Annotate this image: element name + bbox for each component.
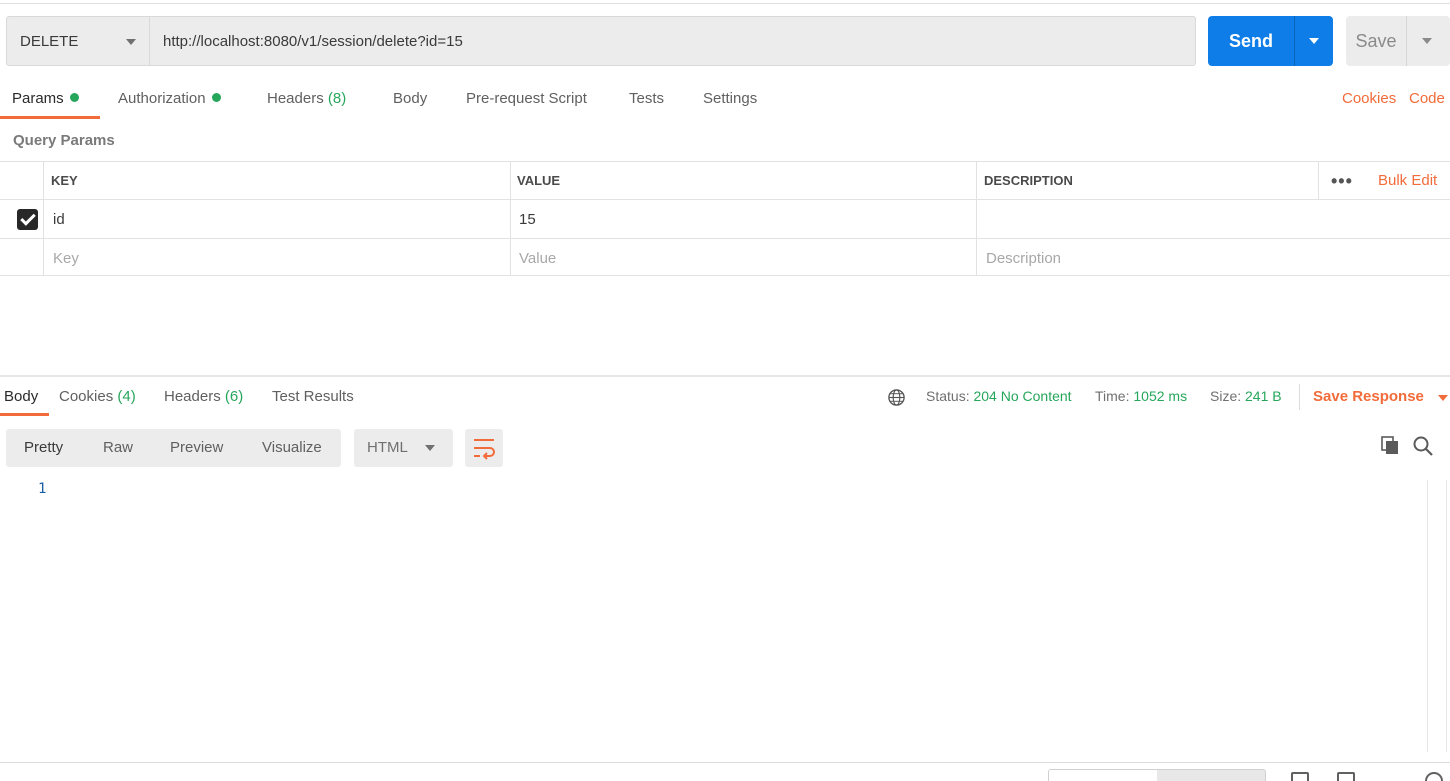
format-pretty[interactable]: Pretty (24, 439, 63, 456)
chevron-down-icon (126, 39, 136, 45)
save-response-button[interactable]: Save Response (1313, 388, 1448, 405)
wrap-lines-icon (474, 439, 495, 460)
query-params-title: Query Params (13, 132, 115, 149)
tab-headers-label: Headers (267, 90, 324, 107)
table-row: id 15 (0, 200, 1450, 239)
copy-icon[interactable] (1380, 435, 1400, 455)
key-column-header: KEY (51, 173, 78, 188)
tab-prerequest-script[interactable]: Pre-request Script (466, 90, 587, 107)
active-tab-indicator (0, 116, 100, 119)
send-options-button[interactable] (1295, 16, 1333, 66)
tab-test-results[interactable]: Test Results (272, 388, 354, 405)
query-params-table: KEY VALUE DESCRIPTION ••• Bulk Edit id 1… (0, 161, 1450, 276)
description-placeholder[interactable]: Description (986, 250, 1061, 267)
build-mode-button[interactable] (1049, 770, 1157, 781)
format-preview[interactable]: Preview (170, 439, 223, 456)
language-select[interactable]: HTML (354, 429, 453, 467)
tab-body[interactable]: Body (393, 90, 427, 107)
checkbox-checked-icon[interactable] (17, 209, 38, 230)
tab-tests[interactable]: Tests (629, 90, 664, 107)
chevron-down-icon (425, 445, 435, 451)
tab-resp-headers-count: (6) (224, 388, 244, 405)
method-label: DELETE (20, 33, 79, 50)
tab-authorization-label: Authorization (118, 90, 206, 107)
language-label: HTML (367, 439, 408, 456)
tab-headers-count: (8) (327, 90, 347, 107)
pane-resize-divider[interactable] (0, 375, 1450, 377)
cookies-link[interactable]: Cookies (1342, 90, 1396, 107)
response-size[interactable]: Size: 241 B (1210, 388, 1282, 404)
status-dot-icon (211, 93, 221, 102)
request-tabs: Params Authorization Headers (8) Body Pr… (0, 80, 1450, 120)
browse-mode-button[interactable] (1157, 770, 1265, 781)
value-column-header: VALUE (517, 173, 561, 188)
url-input[interactable] (149, 16, 1196, 66)
line-number: 1 (38, 481, 47, 497)
send-button[interactable]: Send (1208, 16, 1294, 66)
help-icon[interactable] (1425, 772, 1443, 781)
format-raw[interactable]: Raw (103, 439, 133, 456)
response-time[interactable]: Time: 1052 ms (1095, 388, 1187, 404)
time-label: Time: (1095, 388, 1130, 404)
save-button-group: Save (1346, 16, 1450, 66)
tab-response-cookies[interactable]: Cookies (4) (59, 388, 136, 405)
response-status[interactable]: Status: 204 No Content (926, 388, 1072, 404)
wrap-lines-button[interactable] (465, 429, 503, 467)
method-select[interactable]: DELETE (6, 16, 150, 66)
format-visualize[interactable]: Visualize (262, 439, 322, 456)
param-value[interactable]: 15 (519, 211, 536, 228)
status-label: Status: (926, 388, 970, 404)
tab-params[interactable]: Params (12, 90, 79, 107)
tab-response-body[interactable]: Body (4, 388, 38, 405)
chevron-down-icon (1422, 38, 1432, 44)
format-selector: Pretty Raw Preview Visualize (6, 429, 341, 467)
two-pane-icon[interactable] (1337, 772, 1355, 781)
layout-icon[interactable] (1291, 772, 1309, 781)
active-response-tab-indicator (0, 413, 49, 416)
code-link[interactable]: Code (1409, 90, 1445, 107)
tab-cookies-label: Cookies (59, 388, 114, 405)
save-response-label: Save Response (1313, 388, 1424, 405)
save-options-button[interactable] (1407, 16, 1450, 66)
vertical-scrollbar[interactable] (1427, 480, 1447, 752)
save-button[interactable]: Save (1346, 16, 1406, 66)
more-horizontal-icon[interactable]: ••• (1331, 171, 1353, 192)
value-placeholder[interactable]: Value (519, 250, 556, 267)
time-value: 1052 ms (1133, 388, 1188, 404)
size-value: 241 B (1245, 388, 1282, 404)
chevron-down-icon (1309, 38, 1319, 44)
globe-icon[interactable] (887, 388, 906, 407)
response-tabs: Body Cookies (4) Headers (6) Test Result… (0, 378, 1450, 418)
status-dot-icon (69, 93, 79, 102)
tab-headers[interactable]: Headers (8) (267, 90, 346, 107)
status-value: 204 No Content (973, 388, 1072, 404)
search-icon[interactable] (1412, 435, 1434, 457)
request-url-row: DELETE Send Save (6, 16, 1450, 66)
table-row-new: Key Value Description (0, 239, 1450, 276)
tab-params-label: Params (12, 90, 64, 107)
tab-cookies-count: (4) (117, 388, 136, 405)
column-divider (1318, 162, 1319, 199)
status-bar (0, 763, 1450, 781)
param-key[interactable]: id (53, 211, 65, 228)
bulk-edit-link[interactable]: Bulk Edit (1378, 172, 1437, 189)
tab-authorization[interactable]: Authorization (118, 90, 221, 107)
tab-response-headers[interactable]: Headers (6) (164, 388, 243, 405)
description-column-header: DESCRIPTION (984, 173, 1073, 188)
key-placeholder[interactable]: Key (53, 250, 79, 267)
tab-settings[interactable]: Settings (703, 90, 757, 107)
top-border (0, 3, 1450, 4)
send-button-group: Send (1208, 16, 1333, 66)
separator (1299, 384, 1300, 410)
build-browse-toggle (1048, 769, 1266, 781)
chevron-down-icon (1438, 395, 1448, 401)
size-label: Size: (1210, 388, 1242, 404)
table-header-row: KEY VALUE DESCRIPTION ••• Bulk Edit (0, 162, 1450, 200)
tab-resp-headers-label: Headers (164, 388, 221, 405)
